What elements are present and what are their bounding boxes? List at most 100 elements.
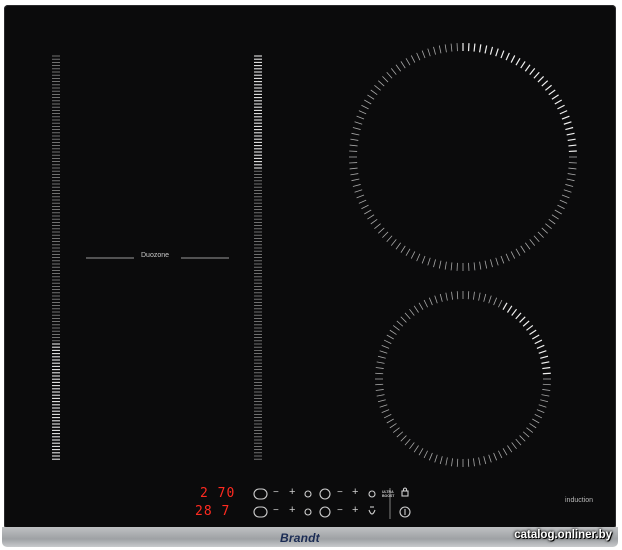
scale-tick <box>370 218 378 225</box>
scale-tick <box>551 214 559 220</box>
scale-tick <box>428 452 433 461</box>
scale-tick <box>433 259 436 268</box>
zone-select-button-center-top[interactable] <box>319 488 331 500</box>
scale-tick <box>433 46 436 55</box>
scale-tick <box>382 76 389 83</box>
duozone-label: Duozone <box>141 252 170 259</box>
scale-tick <box>351 178 360 182</box>
scale-tick <box>416 253 421 262</box>
scale-tick <box>427 257 431 266</box>
scale-tick <box>439 456 443 465</box>
scale-tick <box>529 329 537 336</box>
scale-tick <box>418 302 424 310</box>
minus-button-top-left[interactable]: − <box>273 487 279 498</box>
scale-tick <box>450 262 453 271</box>
scale-tick <box>524 64 531 72</box>
plus-button-bottom-left[interactable]: + <box>289 504 295 516</box>
keep-warm-icon[interactable] <box>368 509 376 515</box>
scale-tick <box>356 194 365 199</box>
scale-tick <box>511 308 518 316</box>
scale-tick <box>484 260 488 269</box>
scale-tick <box>382 231 389 238</box>
scale-tick <box>544 84 552 91</box>
scale-tick <box>557 204 565 210</box>
scale-tick <box>551 94 559 100</box>
scale-tick <box>421 255 426 264</box>
scale-tick <box>500 50 505 59</box>
scale-tick <box>358 110 367 115</box>
timer-icon-right-top[interactable] <box>368 490 376 498</box>
induction-label: induction <box>565 497 594 504</box>
scale-tick <box>545 223 552 230</box>
scale-tick <box>351 132 360 136</box>
scale-tick <box>377 399 386 403</box>
cooktop-graphics <box>52 43 577 519</box>
scale-tick <box>506 305 513 313</box>
scale-tick <box>533 235 540 242</box>
scale-tick <box>566 132 575 136</box>
scale-tick <box>542 389 551 391</box>
scale-tick <box>361 204 369 210</box>
scale-tick <box>378 80 385 87</box>
scale-tick <box>376 361 385 364</box>
scale-tick <box>541 80 549 87</box>
timer-icon-top[interactable] <box>304 490 312 498</box>
scale-tick <box>561 194 570 199</box>
ultra-boost-button[interactable]: ULTRA BOOST <box>382 490 396 498</box>
scale-tick <box>541 361 550 364</box>
minus-button-bottom-right[interactable]: − <box>337 505 343 516</box>
scale-tick <box>529 239 536 246</box>
scale-tick <box>541 394 550 397</box>
timer-icon-bottom[interactable] <box>304 508 312 516</box>
scale-tick <box>522 431 530 438</box>
scale-tick <box>519 435 526 442</box>
scale-tick <box>505 253 510 262</box>
scale-tick <box>538 350 547 354</box>
zone-select-button-top[interactable] <box>253 488 268 500</box>
zone-select-button-bottom[interactable] <box>253 506 268 518</box>
scale-tick <box>529 68 536 76</box>
plus-button-top-left[interactable]: + <box>289 486 295 498</box>
scale-tick <box>526 427 534 433</box>
scale-tick <box>495 48 499 57</box>
scale-tick <box>410 251 416 259</box>
scale-tick <box>567 138 576 142</box>
lock-icon[interactable] <box>401 490 409 497</box>
scale-tick <box>400 61 406 69</box>
scale-tick <box>493 297 498 306</box>
scale-tick <box>483 456 487 465</box>
scale-tick <box>383 339 392 344</box>
minus-button-top-right[interactable]: − <box>337 487 343 498</box>
scale-tick <box>392 427 400 433</box>
plus-button-bottom-right[interactable]: + <box>352 504 358 516</box>
scale-tick <box>510 55 516 63</box>
minus-button-bottom-left[interactable]: − <box>273 505 279 516</box>
scale-tick <box>379 404 388 408</box>
scale-tick <box>389 329 397 335</box>
scale-tick <box>524 242 531 250</box>
scale-tick <box>451 291 453 300</box>
scale-tick <box>367 94 375 100</box>
scale-tick <box>537 75 545 83</box>
scale-tick <box>386 72 393 79</box>
scale-tick <box>561 115 570 120</box>
scale-tick <box>563 121 572 125</box>
scale-tick <box>507 445 513 453</box>
scale-tick <box>473 262 476 271</box>
scale-tick <box>349 167 358 170</box>
scale-tick <box>510 251 516 259</box>
scale-tick <box>375 389 384 391</box>
bottom-right-cooking-zone <box>375 291 551 467</box>
scale-tick <box>536 344 545 349</box>
plus-button-top-right[interactable]: + <box>352 486 358 498</box>
scale-tick <box>386 334 394 340</box>
scale-tick <box>354 189 363 193</box>
scale-tick <box>548 218 556 225</box>
scale-tick <box>375 383 384 386</box>
zone-select-button-center-bottom[interactable] <box>319 506 331 518</box>
scale-tick <box>367 214 375 220</box>
scale-tick <box>409 442 415 450</box>
scale-tick <box>445 457 448 466</box>
brand-logo: Brandt <box>280 531 320 545</box>
scale-tick <box>375 372 384 375</box>
